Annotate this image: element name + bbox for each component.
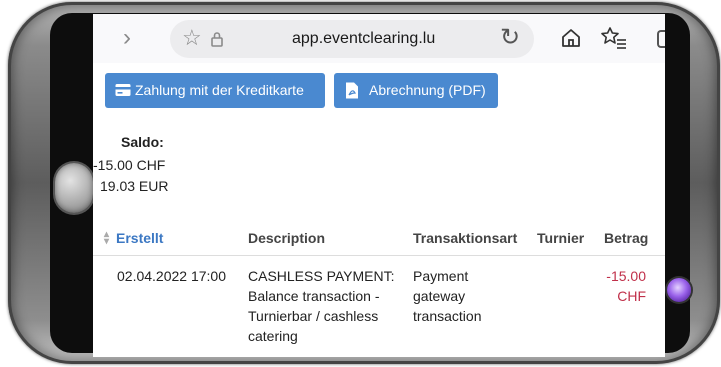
- reload-icon[interactable]: ↻: [500, 23, 520, 52]
- description-line: catering: [248, 328, 298, 344]
- column-header-transaction-type[interactable]: Transaktionsart: [413, 230, 517, 246]
- camera-lens: [667, 278, 691, 302]
- address-bar[interactable]: ☆ app.eventclearing.lu ↻: [170, 20, 534, 58]
- amount-currency: CHF: [617, 288, 646, 304]
- type-line: transaction: [413, 308, 482, 324]
- home-hardware-button[interactable]: [55, 163, 93, 213]
- column-header-description[interactable]: Description: [248, 230, 325, 246]
- column-header-amount[interactable]: Betrag: [604, 230, 648, 246]
- sort-icon: ▴ ▾: [104, 229, 110, 247]
- saldo-value-eur: 19.03 EUR: [100, 178, 169, 194]
- credit-card-icon: [115, 84, 131, 96]
- statement-pdf-label: Abrechnung (PDF): [369, 82, 486, 98]
- description-line: CASHLESS PAYMENT:: [248, 268, 395, 284]
- type-line: gateway: [413, 288, 466, 304]
- cell-amount: -15.00 CHF: [601, 266, 646, 306]
- cell-description: CASHLESS PAYMENT: Balance transaction - …: [248, 266, 395, 346]
- statement-pdf-button[interactable]: Abrechnung (PDF): [334, 73, 498, 108]
- type-line: Payment: [413, 268, 469, 284]
- browser-toolbar: › ☆ app.eventclearing.lu ↻: [93, 14, 665, 63]
- amount-value: -15.00: [606, 268, 646, 284]
- phone-screen: › ☆ app.eventclearing.lu ↻ Zahlung mit d…: [93, 14, 665, 357]
- pay-by-credit-card-label: Zahlung mit der Kreditkarte: [135, 82, 304, 98]
- cell-transaction-type: Payment gateway transaction: [413, 266, 481, 326]
- url-text[interactable]: app.eventclearing.lu: [292, 30, 435, 48]
- saldo-value-chf: -15.00 CHF: [93, 157, 166, 173]
- pay-by-credit-card-button[interactable]: Zahlung mit der Kreditkarte: [105, 73, 325, 108]
- home-icon[interactable]: [559, 26, 583, 50]
- description-line: Turnierbar / cashless: [248, 308, 379, 324]
- tabs-icon[interactable]: [657, 30, 665, 48]
- forward-icon[interactable]: ›: [123, 24, 131, 52]
- saldo-label: Saldo:: [121, 134, 164, 150]
- favorites-icon[interactable]: [601, 26, 627, 50]
- column-header-tournament[interactable]: Turnier: [537, 230, 584, 246]
- table-header-divider: [93, 255, 665, 256]
- column-header-created[interactable]: ▴ ▾ Erstellt: [104, 229, 164, 247]
- cell-created: 02.04.2022 17:00: [117, 268, 226, 284]
- pdf-file-icon: [346, 82, 358, 99]
- lock-icon: [211, 32, 223, 47]
- description-line: Balance transaction -: [248, 288, 380, 304]
- bookmark-star-icon[interactable]: ☆: [182, 25, 202, 51]
- column-header-created-label: Erstellt: [116, 230, 164, 246]
